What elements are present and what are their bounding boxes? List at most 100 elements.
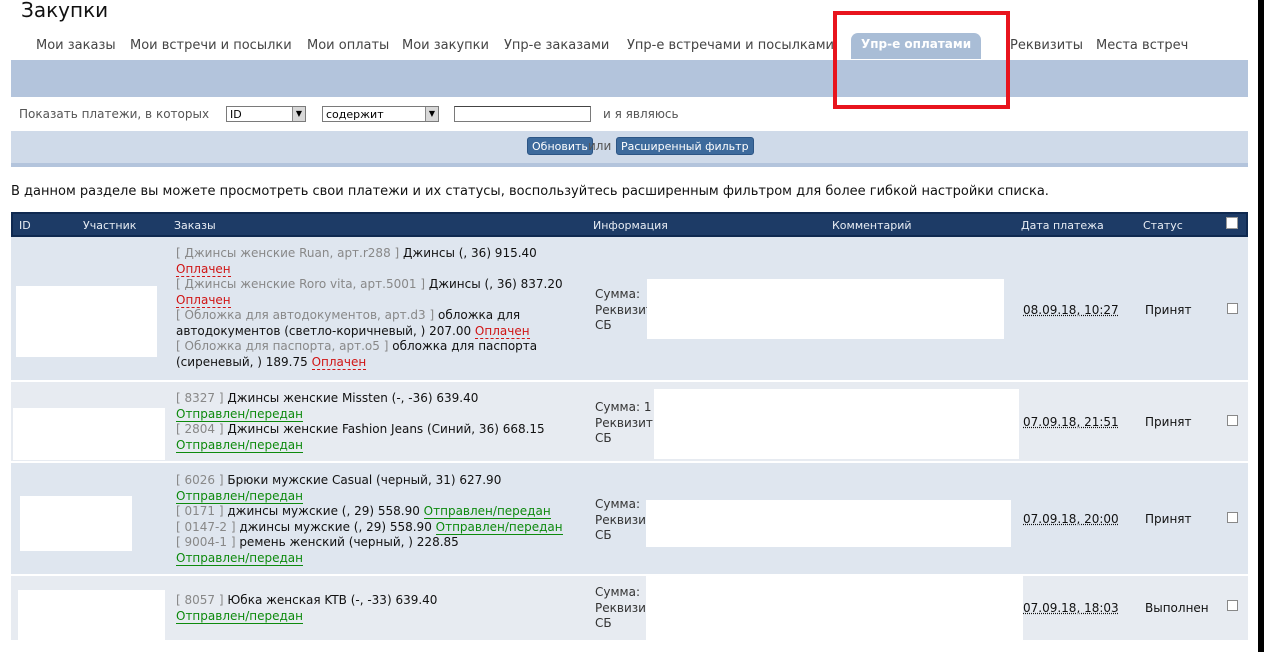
payment-date: 07.09.18, 21:51 (1023, 415, 1119, 429)
order-status-paid[interactable]: Оплачен (474, 323, 530, 339)
order-ref: [ 6026 ] (176, 473, 224, 487)
bank-label: СБ (595, 318, 612, 332)
order-text: Джинсы женские Fashion Jeans (Синий, 36)… (223, 422, 545, 436)
tab-content-band (11, 60, 1248, 97)
order-ref: [ Джинсы женские Roro vita, арт.5001 ] (176, 277, 425, 291)
payment-info: Сумма: Реквизи СБ (595, 585, 646, 632)
order-text: обложка для паспорта (388, 339, 538, 353)
order-ref: [ 0147-2 ] (176, 519, 236, 534)
order-status-sent[interactable]: Отправлен/передан (176, 437, 303, 453)
redacted-info (647, 279, 1004, 339)
payment-date: 07.09.18, 20:00 (1023, 512, 1119, 526)
field-select[interactable]: ID ▼ (226, 106, 306, 122)
order-text: (сиреневый, ) 189.75 (176, 354, 312, 369)
order-text: Юбка женская KTB (-, -33) 639.40 (223, 593, 438, 607)
order-text: автодокументов (светло-коричневый, ) 207… (176, 323, 475, 338)
table-row: [ 8057 ] Юбка женская KTB (-, -33) 639.4… (11, 576, 1248, 645)
chevron-down-icon: ▼ (425, 107, 438, 121)
table-header: ID Участник Заказы Информация Комментари… (11, 212, 1248, 237)
tab-meeting-places[interactable]: Места встреч (1096, 38, 1188, 53)
sum-label: Сумма: (595, 400, 640, 414)
payment-status: Принят (1145, 415, 1192, 429)
redacted-participant (20, 496, 132, 551)
tab-my-meetings[interactable]: Мои встречи и посылки (130, 38, 292, 53)
order-text: Брюки мужские Casual (черный, 31) 627.90 (223, 473, 502, 487)
page: Закупки Мои заказы Мои встречи и посылки… (0, 0, 1258, 652)
sum-label: Сумма: (595, 497, 640, 511)
order-status-paid[interactable]: Оплачен (176, 292, 231, 308)
order-status-sent[interactable]: Отправлен/передан (423, 504, 551, 519)
or-label: или (588, 139, 612, 153)
order-text: джинсы мужские (, 29) 558.90 (223, 504, 424, 518)
filter-suffix-label: и я являюсь (603, 107, 679, 121)
tab-manage-orders[interactable]: Упр-е заказами (504, 38, 609, 53)
order-ref: [ 9004-1 ] (176, 535, 236, 549)
requisites-label: Реквизит (595, 302, 653, 317)
row-checkbox[interactable] (1227, 512, 1238, 523)
payment-info: Сумма: Реквизи СБ (595, 497, 646, 544)
payment-date: 07.09.18, 18:03 (1023, 601, 1119, 615)
order-text: джинсы мужские (, 29) 558.90 (235, 519, 436, 534)
table-row: [ 6026 ] Брюки мужские Casual (черный, 3… (11, 463, 1248, 576)
order-text: обложка для (434, 308, 521, 322)
section-description: В данном разделе вы можете просмотреть с… (11, 184, 1049, 199)
order-status-sent[interactable]: Отправлен/передан (176, 550, 303, 566)
col-status: Статус (1143, 219, 1183, 232)
col-info: Информация (593, 219, 668, 232)
payment-status: Принят (1145, 303, 1192, 317)
order-ref: [ Обложка для автодокументов, арт.d3 ] (176, 308, 435, 322)
order-status-sent[interactable]: Отправлен/передан (176, 608, 303, 624)
table-row: [ Джинсы женские Ruan, арт.r288 ] Джинсы… (11, 237, 1248, 382)
bank-label: СБ (595, 431, 612, 445)
row-checkbox[interactable] (1227, 415, 1238, 426)
row-checkbox[interactable] (1227, 303, 1238, 314)
order-status-paid[interactable]: Оплачен (311, 354, 367, 370)
redacted-info (654, 389, 1019, 459)
chevron-down-icon: ▼ (292, 107, 305, 121)
col-comment: Комментарий (832, 219, 912, 232)
order-status-sent[interactable]: Отправлен/передан (176, 488, 303, 504)
order-status-sent[interactable]: Отправлен/передан (435, 519, 563, 535)
condition-select-value: содержит (326, 108, 384, 121)
order-text: Джинсы (, 36) 837.20 (425, 277, 563, 291)
order-list: [ Джинсы женские Ruan, арт.r288 ] Джинсы… (176, 246, 563, 370)
order-ref: [ 2804 ] (176, 422, 224, 436)
bank-label: СБ (595, 616, 612, 630)
redacted-info (646, 576, 1023, 642)
page-title: Закупки (21, 0, 109, 22)
nav-tabs: Мои заказы Мои встречи и посылки Мои опл… (0, 33, 1258, 60)
sum-label: Сумма: (595, 585, 640, 599)
col-participant: Участник (83, 219, 137, 232)
order-text: Джинсы (, 36) 915.40 (399, 246, 537, 260)
row-checkbox[interactable] (1227, 600, 1238, 611)
filter-bar: Показать платежи, в которых ID ▼ содержи… (11, 104, 1248, 126)
requisites-label: Реквизи (595, 600, 646, 615)
tab-my-purchases[interactable]: Мои закупки (402, 38, 489, 53)
tab-manage-meetings[interactable]: Упр-е встречами и посылками (627, 38, 834, 53)
redacted-participant (16, 286, 157, 357)
refresh-button[interactable]: Обновить (527, 137, 593, 155)
tab-requisites[interactable]: Реквизиты (1010, 38, 1083, 53)
order-ref: [ Обложка для паспорта, арт.o5 ] (176, 339, 389, 353)
requisites-label: Реквизит (595, 415, 653, 430)
order-status-paid[interactable]: Оплачен (176, 261, 231, 277)
condition-select[interactable]: содержит ▼ (322, 106, 439, 122)
redacted-participant (18, 590, 165, 645)
tab-my-orders[interactable]: Мои заказы (36, 38, 116, 53)
payment-info: Сумма: Реквизит СБ (595, 287, 653, 334)
order-ref: [ 8057 ] (176, 593, 224, 607)
order-text: Джинсы женские Missten (-, -36) 639.40 (223, 391, 479, 405)
order-ref: [ 0171 ] (176, 504, 224, 518)
advanced-filter-button[interactable]: Расширенный фильтр (616, 137, 754, 155)
field-select-value: ID (230, 108, 242, 121)
order-status-sent[interactable]: Отправлен/передан (176, 406, 303, 422)
sum-label: Сумма: (595, 287, 640, 301)
order-list: [ 8057 ] Юбка женская KTB (-, -33) 639.4… (176, 593, 437, 624)
select-all-checkbox[interactable] (1226, 217, 1238, 229)
tab-my-payments[interactable]: Мои оплаты (307, 38, 389, 53)
col-id: ID (19, 219, 31, 232)
order-ref: [ 8327 ] (176, 391, 224, 405)
order-ref: [ Джинсы женские Ruan, арт.r288 ] (176, 246, 400, 260)
filter-value-input[interactable] (454, 106, 591, 122)
col-payment-date: Дата платежа (1021, 219, 1104, 232)
